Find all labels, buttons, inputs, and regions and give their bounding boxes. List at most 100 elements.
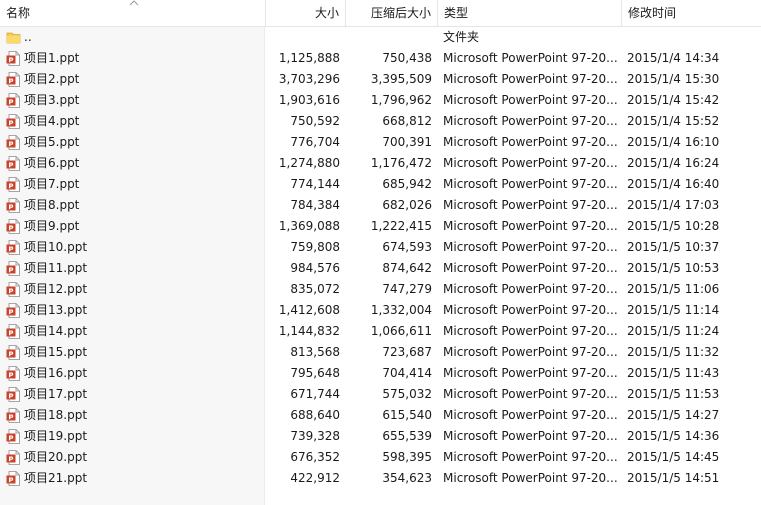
file-name: 项目8.ppt	[24, 198, 80, 212]
file-size: 813,568	[290, 345, 340, 359]
file-name-cell: 项目9.ppt	[2, 216, 264, 237]
file-row[interactable]: 项目14.ppt 1,144,832 1,066,611 Microsoft Powe…	[0, 321, 761, 342]
file-size: 3,703,296	[278, 72, 340, 86]
file-name-cell: 项目4.ppt	[2, 111, 264, 132]
column-header-name-label: 名称	[6, 6, 31, 20]
powerpoint-file-icon	[6, 240, 20, 255]
file-size: 1,369,088	[278, 219, 340, 233]
file-packed-size: 655,539	[382, 429, 432, 443]
file-row[interactable]: 项目21.ppt 422,912 354,623 Microsoft PowerPoi…	[0, 468, 761, 489]
file-name: 项目6.ppt	[24, 156, 80, 170]
file-packed-size: 1,066,611	[370, 324, 432, 338]
column-header-packed-size[interactable]: 压缩后大小	[346, 0, 438, 27]
file-row[interactable]: 项目7.ppt 774,144 685,942 Microsoft PowerPoin…	[0, 174, 761, 195]
file-modified: 2015/1/5 11:32	[627, 345, 720, 359]
file-type: Microsoft PowerPoint 97-20...	[443, 450, 618, 464]
file-packed-size: 700,391	[382, 135, 432, 149]
file-packed-size: 682,026	[382, 198, 432, 212]
file-packed-size: 615,540	[382, 408, 432, 422]
file-type: Microsoft PowerPoint 97-20...	[443, 93, 618, 107]
file-row[interactable]: 项目13.ppt 1,412,608 1,332,004 Microsoft Powe…	[0, 300, 761, 321]
file-type: Microsoft PowerPoint 97-20...	[443, 177, 618, 191]
file-row[interactable]: 项目11.ppt 984,576 874,642 Microsoft PowerPoi…	[0, 258, 761, 279]
file-modified: 2015/1/4 16:24	[627, 156, 720, 170]
file-type: Microsoft PowerPoint 97-20...	[443, 261, 618, 275]
file-type: Microsoft PowerPoint 97-20...	[443, 303, 618, 317]
file-name: 项目12.ppt	[24, 282, 88, 296]
file-row[interactable]: 项目9.ppt 1,369,088 1,222,415 Microsoft Power…	[0, 216, 761, 237]
file-size: 1,125,888	[278, 51, 340, 65]
file-packed-size: 723,687	[382, 345, 432, 359]
powerpoint-file-icon	[6, 345, 20, 360]
file-packed-size: 354,623	[382, 471, 432, 485]
column-header-modified[interactable]: 修改时间	[622, 0, 761, 27]
file-size: 750,592	[290, 114, 340, 128]
file-row[interactable]: 项目15.ppt 813,568 723,687 Microsoft PowerPoi…	[0, 342, 761, 363]
file-size: 1,412,608	[278, 303, 340, 317]
file-name-cell: 项目10.ppt	[2, 237, 264, 258]
file-name-cell: 项目2.ppt	[2, 69, 264, 90]
file-name-cell: 项目8.ppt	[2, 195, 264, 216]
file-row[interactable]: 项目3.ppt 1,903,616 1,796,962 Microsoft Power…	[0, 90, 761, 111]
parent-folder-type: 文件夹	[443, 30, 480, 44]
file-row[interactable]: 项目5.ppt 776,704 700,391 Microsoft PowerPoin…	[0, 132, 761, 153]
file-modified: 2015/1/5 14:27	[627, 408, 720, 422]
file-list: .. 文件夹 项目1.ppt 1,125,888 750,438 Microsoft …	[0, 27, 761, 489]
file-name-cell: 项目12.ppt	[2, 279, 264, 300]
file-size: 688,640	[290, 408, 340, 422]
file-modified: 2015/1/5 11:24	[627, 324, 720, 338]
file-packed-size: 685,942	[382, 177, 432, 191]
file-row[interactable]: 项目8.ppt 784,384 682,026 Microsoft PowerPoin…	[0, 195, 761, 216]
file-name: 项目9.ppt	[24, 219, 80, 233]
file-type: Microsoft PowerPoint 97-20...	[443, 366, 618, 380]
file-row[interactable]: 项目1.ppt 1,125,888 750,438 Microsoft PowerPo…	[0, 48, 761, 69]
file-row[interactable]: 项目16.ppt 795,648 704,414 Microsoft PowerPoi…	[0, 363, 761, 384]
column-header-size-label: 大小	[314, 6, 339, 20]
powerpoint-file-icon	[6, 324, 20, 339]
file-name: 项目18.ppt	[24, 408, 88, 422]
column-header-modified-label: 修改时间	[628, 6, 677, 20]
file-row[interactable]: 项目2.ppt 3,703,296 3,395,509 Microsoft Power…	[0, 69, 761, 90]
file-name-cell: 项目21.ppt	[2, 468, 264, 489]
file-row[interactable]: 项目19.ppt 739,328 655,539 Microsoft PowerPoi…	[0, 426, 761, 447]
file-packed-size: 747,279	[382, 282, 432, 296]
file-packed-size: 668,812	[382, 114, 432, 128]
file-row[interactable]: 项目12.ppt 835,072 747,279 Microsoft PowerPoi…	[0, 279, 761, 300]
file-row[interactable]: 项目20.ppt 676,352 598,395 Microsoft PowerPoi…	[0, 447, 761, 468]
powerpoint-file-icon	[6, 177, 20, 192]
file-name-cell: 项目14.ppt	[2, 321, 264, 342]
file-name: 项目7.ppt	[24, 177, 80, 191]
file-row[interactable]: 项目18.ppt 688,640 615,540 Microsoft PowerPoi…	[0, 405, 761, 426]
powerpoint-file-icon	[6, 72, 20, 87]
file-name-cell: 项目5.ppt	[2, 132, 264, 153]
file-size: 795,648	[290, 366, 340, 380]
file-row[interactable]: 项目6.ppt 1,274,880 1,176,472 Microsoft Power…	[0, 153, 761, 174]
file-size: 784,384	[290, 198, 340, 212]
powerpoint-file-icon	[6, 93, 20, 108]
file-name-cell: 项目7.ppt	[2, 174, 264, 195]
powerpoint-file-icon	[6, 135, 20, 150]
file-name-cell: 项目3.ppt	[2, 90, 264, 111]
file-modified: 2015/1/4 15:30	[627, 72, 720, 86]
file-packed-size: 598,395	[382, 450, 432, 464]
file-size: 671,744	[290, 387, 340, 401]
file-name-cell: 项目19.ppt	[2, 426, 264, 447]
file-row[interactable]: 项目17.ppt 671,744 575,032 Microsoft PowerPoi…	[0, 384, 761, 405]
powerpoint-file-icon	[6, 114, 20, 129]
file-size: 776,704	[290, 135, 340, 149]
file-row[interactable]: 项目10.ppt 759,808 674,593 Microsoft PowerPoi…	[0, 237, 761, 258]
file-size: 1,274,880	[278, 156, 340, 170]
file-row[interactable]: 项目4.ppt 750,592 668,812 Microsoft PowerPoin…	[0, 111, 761, 132]
parent-folder-row[interactable]: .. 文件夹	[0, 27, 761, 48]
file-packed-size: 1,796,962	[370, 93, 432, 107]
file-name: 项目17.ppt	[24, 387, 88, 401]
file-packed-size: 704,414	[382, 366, 432, 380]
powerpoint-file-icon	[6, 51, 20, 66]
file-modified: 2015/1/4 15:52	[627, 114, 720, 128]
file-type: Microsoft PowerPoint 97-20...	[443, 408, 618, 422]
file-type: Microsoft PowerPoint 97-20...	[443, 324, 618, 338]
powerpoint-file-icon	[6, 471, 20, 486]
file-name-cell: 项目17.ppt	[2, 384, 264, 405]
column-header-type[interactable]: 类型	[438, 0, 622, 27]
column-header-size[interactable]: 大小	[266, 0, 346, 27]
